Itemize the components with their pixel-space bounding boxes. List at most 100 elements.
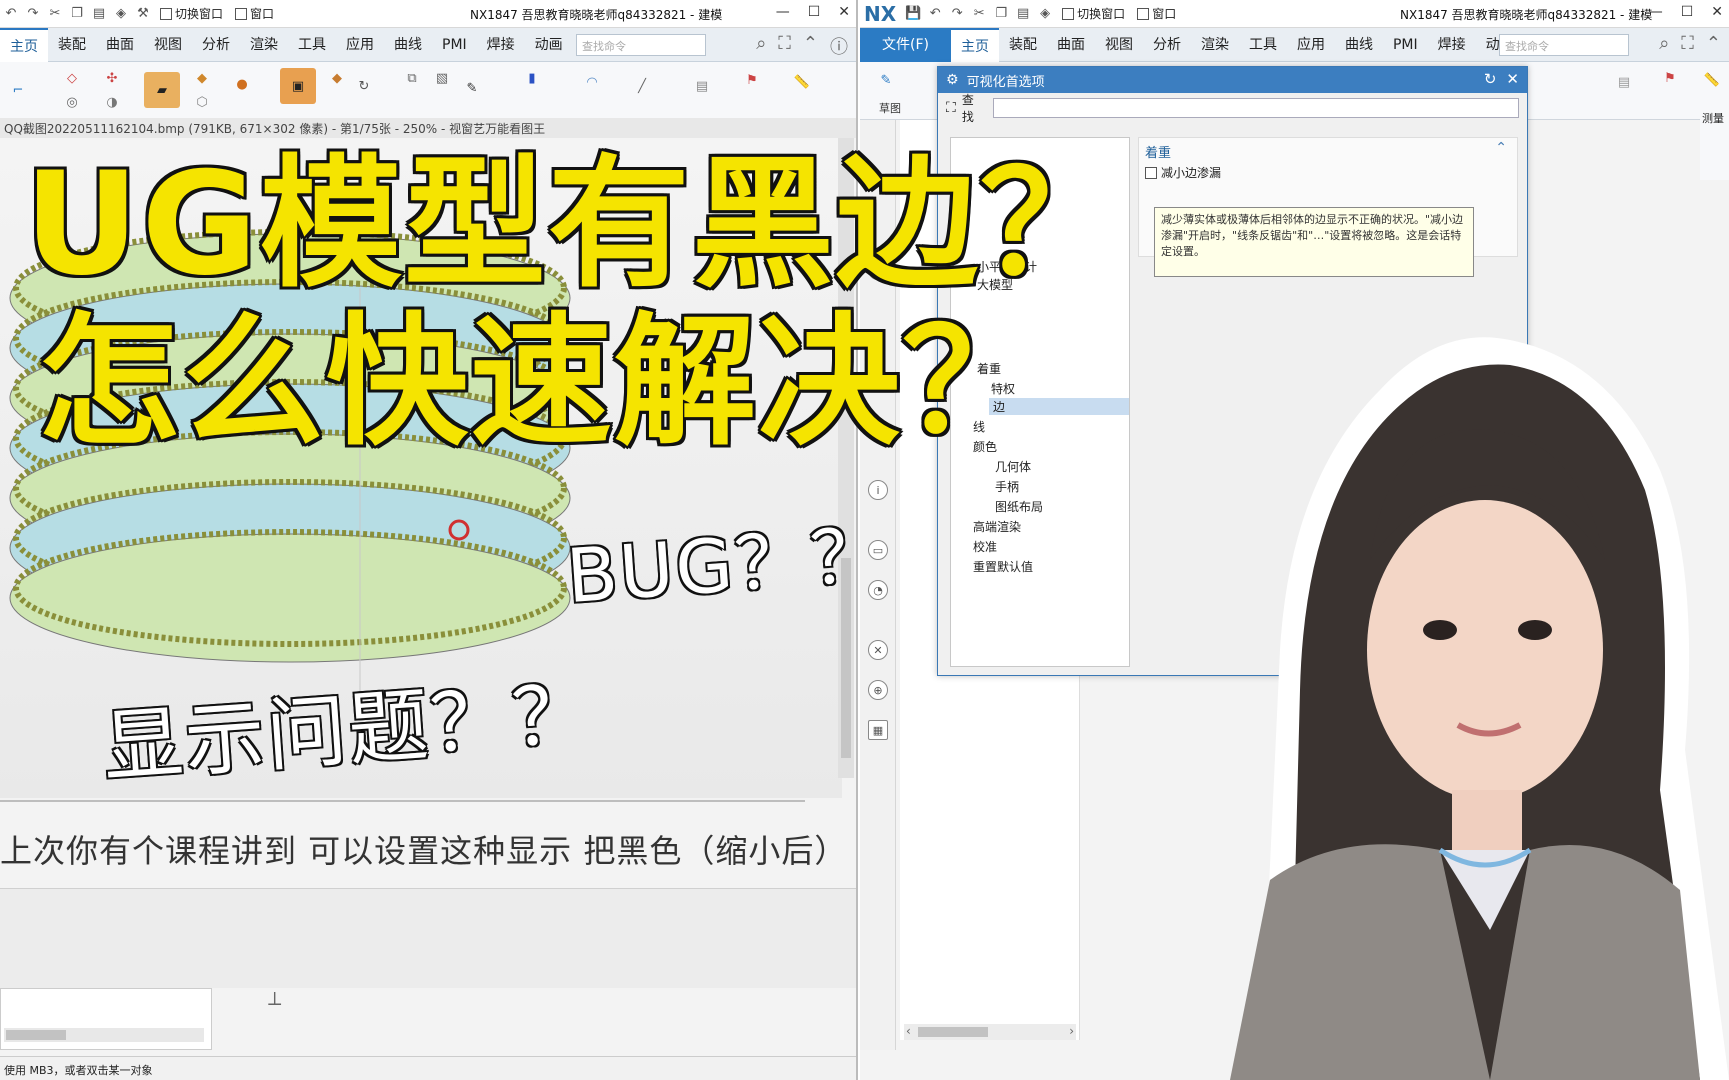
tab-tools[interactable]: 工具 [288, 28, 336, 62]
tab-analysis[interactable]: 分析 [1143, 28, 1191, 62]
help-icon[interactable]: ⓘ [830, 33, 848, 59]
datum-tool-icon[interactable]: ◇ [60, 66, 84, 90]
hole-tool-icon[interactable]: ◆ [190, 66, 214, 90]
layer-icon[interactable]: ◈ [112, 5, 130, 23]
file-menu-button[interactable]: 文件(F) [860, 27, 951, 62]
copy-icon[interactable]: ❐ [68, 5, 86, 23]
search-icon[interactable]: ⌕ [756, 33, 766, 59]
line-tool-icon[interactable]: ╱ [630, 74, 654, 98]
redo-icon[interactable]: ↷ [948, 5, 966, 23]
sheet-tool-icon[interactable]: ▮ [520, 66, 544, 90]
tab-curve[interactable]: 曲线 [384, 28, 432, 62]
undo-icon[interactable]: ↶ [2, 5, 20, 23]
navigator-scrollbar[interactable] [4, 1028, 204, 1042]
tab-render[interactable]: 渲染 [1191, 28, 1239, 62]
redo-icon[interactable]: ↷ [24, 5, 42, 23]
fullscreen-icon[interactable]: ⛶ [1681, 33, 1694, 54]
maximize-icon[interactable]: ☐ [808, 4, 821, 20]
tab-pmi[interactable]: PMI [1383, 28, 1428, 62]
tab-tools[interactable]: 工具 [1239, 28, 1287, 62]
fullscreen-icon[interactable]: ⛶ [778, 33, 791, 59]
sync-tool-icon[interactable]: ↻ [352, 74, 376, 98]
tab-application[interactable]: 应用 [336, 28, 384, 62]
cut-icon[interactable]: ✂ [46, 5, 64, 23]
extrude-tool-icon[interactable]: ▰ [144, 72, 180, 108]
sketch-tool-icon[interactable]: ✎ [874, 68, 898, 92]
headline-line-2: 怎么快速解决？ [36, 298, 1046, 467]
copy-face-icon[interactable]: ▤ [1612, 70, 1636, 94]
chamfer-tool-icon[interactable]: ◆ [325, 66, 349, 90]
switch-window-toggle[interactable]: 切换窗口 [160, 5, 223, 22]
mark-tool-icon[interactable]: ⚑ [740, 68, 764, 92]
command-search-input[interactable]: 查找命令 [1499, 34, 1629, 56]
measure-ruler-icon[interactable]: 📏 [1700, 68, 1724, 92]
tab-analysis[interactable]: 分析 [192, 28, 240, 62]
tree-item[interactable]: 重置默认值 [973, 558, 1033, 575]
copy-icon[interactable]: ❐ [992, 5, 1010, 23]
surface-tool-icon[interactable]: ◠ [580, 70, 604, 94]
trim-tool-icon[interactable]: ▧ [430, 66, 454, 90]
tab-pmi[interactable]: PMI [432, 28, 477, 62]
window-menu[interactable]: 窗口 [235, 5, 274, 22]
switch-window-toggle[interactable]: 切换窗口 [1062, 5, 1125, 22]
tab-weld[interactable]: 焊接 [477, 28, 525, 62]
collapse-ribbon-icon[interactable]: ⌃ [1706, 33, 1721, 54]
mark-tool-icon[interactable]: ⚑ [1658, 66, 1682, 90]
close-icon[interactable]: ✕ [1711, 4, 1723, 20]
tools-icon[interactable]: ✕ [868, 640, 888, 660]
tab-view[interactable]: 视图 [1095, 28, 1143, 62]
window-menu[interactable]: 窗口 [1137, 5, 1176, 22]
tab-weld[interactable]: 焊接 [1428, 28, 1476, 62]
pattern-tool-icon[interactable]: ✣ [100, 66, 124, 90]
layer-icon[interactable]: ◈ [1036, 5, 1054, 23]
tab-assembly[interactable]: 装配 [999, 28, 1047, 62]
section-title: 着重 [1145, 146, 1172, 161]
minimize-icon[interactable]: — [1649, 4, 1663, 20]
paste-icon[interactable]: ▤ [90, 5, 108, 23]
revolve-tool-icon[interactable]: ● [230, 72, 254, 96]
paste-icon[interactable]: ▤ [1014, 5, 1032, 23]
measure-ruler-icon[interactable]: 📏 [790, 70, 814, 94]
scroll-right-icon[interactable]: › [1069, 1024, 1074, 1038]
tab-home[interactable]: 主页 [950, 27, 999, 62]
undo-icon[interactable]: ↶ [926, 5, 944, 23]
save-icon[interactable]: 💾 [904, 5, 922, 23]
tab-curve[interactable]: 曲线 [1335, 28, 1383, 62]
tab-assembly[interactable]: 装配 [48, 28, 96, 62]
cut-icon[interactable]: ✂ [970, 5, 988, 23]
collapse-icon[interactable]: ⌃ [1495, 140, 1507, 156]
scroll-left-icon[interactable]: ‹ [906, 1024, 911, 1038]
copy-face-icon[interactable]: ▤ [690, 74, 714, 98]
tab-home[interactable]: 主页 [0, 27, 48, 62]
maximize-icon[interactable]: ☐ [1681, 4, 1694, 20]
reduce-edge-bleed-checkbox[interactable]: 减小边渗漏 [1145, 164, 1221, 181]
search-icon[interactable]: ⌕ [1659, 33, 1669, 54]
tab-surface[interactable]: 曲面 [96, 28, 144, 62]
tab-application[interactable]: 应用 [1287, 28, 1335, 62]
block-tool-icon[interactable]: ▣ [280, 68, 316, 104]
refresh-icon[interactable]: ↻ [1484, 70, 1497, 88]
edge-tool-icon[interactable]: ✎ [460, 76, 484, 100]
lower-panel [0, 888, 856, 988]
minimize-icon[interactable]: — [776, 4, 790, 20]
close-icon[interactable]: ✕ [1506, 70, 1519, 88]
tab-view[interactable]: 视图 [144, 28, 192, 62]
navigator-hscrollbar[interactable]: ‹ › [904, 1024, 1076, 1040]
tools-icon[interactable]: ⚒ [134, 5, 152, 23]
tree-item[interactable]: 校准 [973, 538, 997, 555]
sketch-tool-icon[interactable]: ⌐ [6, 78, 30, 102]
offset-tool-icon[interactable]: ⧉ [400, 66, 424, 90]
tab-surface[interactable]: 曲面 [1047, 28, 1095, 62]
table-icon[interactable]: ▦ [868, 720, 888, 740]
close-icon[interactable]: ✕ [838, 4, 850, 20]
web-icon[interactable]: ⊕ [868, 680, 888, 700]
tab-render[interactable]: 渲染 [240, 28, 288, 62]
video-subtitle: 上次你有个课程讲到 可以设置这种显示 把黑色（缩小后） [0, 832, 848, 870]
tree-item[interactable]: 手柄 [995, 478, 1019, 495]
tree-item[interactable]: 图纸布局 [995, 498, 1043, 515]
collapse-ribbon-icon[interactable]: ⌃ [803, 33, 818, 59]
left-ribbon-tabs: 主页 装配 曲面 视图 分析 渲染 工具 应用 曲线 PMI 焊接 动画 查找命… [0, 27, 856, 62]
tab-animation[interactable]: 动画 [525, 28, 573, 62]
command-search-input[interactable]: 查找命令 [576, 34, 706, 56]
tree-item[interactable]: 高端渲染 [973, 518, 1021, 535]
